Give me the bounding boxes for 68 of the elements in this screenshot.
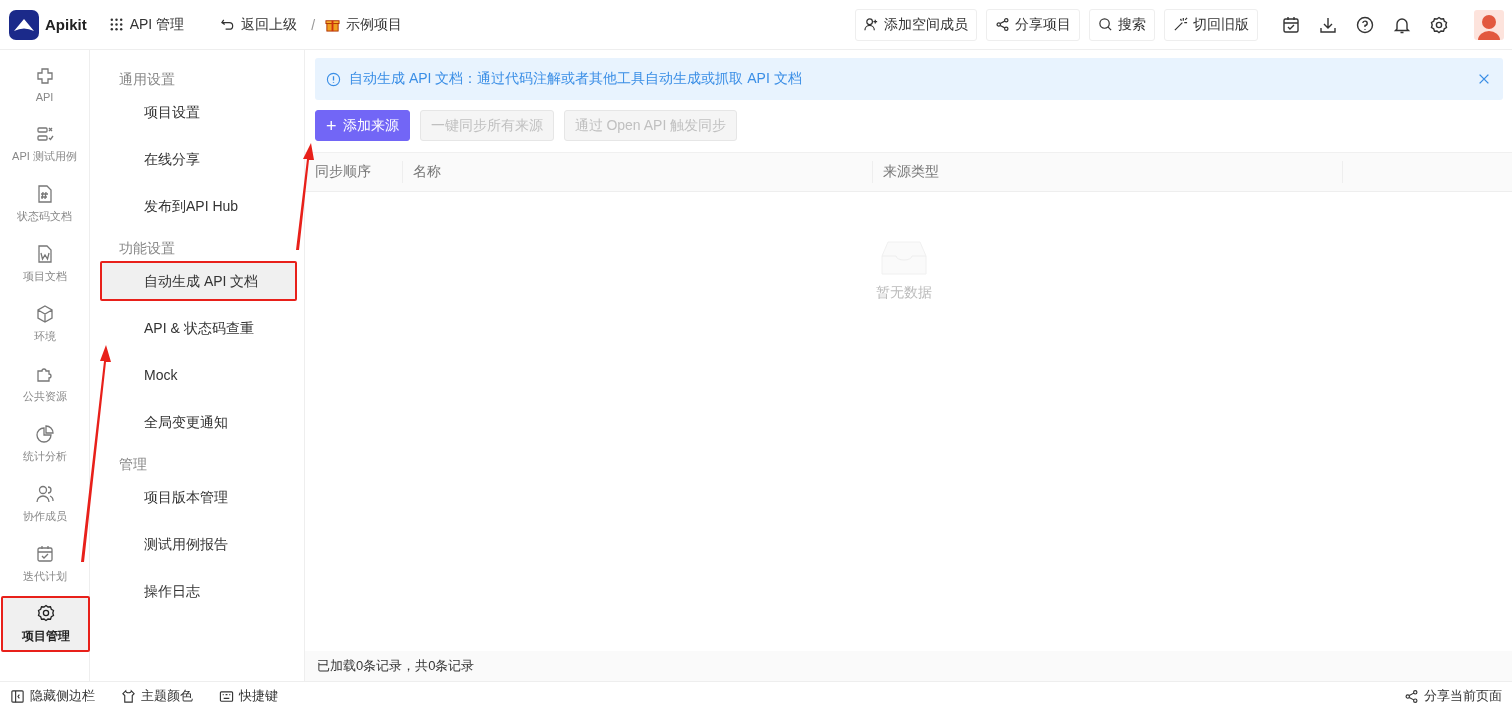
users-icon [34, 484, 55, 504]
keyboard-icon [219, 688, 234, 704]
column-header: 同步顺序 [315, 163, 371, 181]
sidebar-item[interactable]: 状态码文档 [0, 176, 89, 232]
toolbar-button[interactable]: 搜索 [1089, 8, 1155, 41]
sidebar-item[interactable]: API [0, 56, 89, 112]
logo-icon [9, 9, 39, 40]
menu-group-title: 功能设置 [118, 239, 176, 258]
menu-item[interactable]: 全局变更通知 [100, 402, 297, 442]
toolbar-button[interactable]: 切回旧版 [1164, 8, 1258, 41]
sidebar-item[interactable]: 统计分析 [0, 416, 89, 472]
project-link[interactable]: 示例项目 [325, 11, 403, 38]
toolbar-button[interactable]: 添加空间成员 [855, 8, 977, 41]
menu-item[interactable]: 在线分享 [100, 139, 297, 179]
shirt-icon [121, 688, 136, 704]
menu-group-title: 管理 [118, 455, 148, 474]
checklist-icon [34, 124, 55, 144]
menu-item[interactable]: 发布到API Hub [100, 186, 297, 226]
help-icon[interactable] [1355, 14, 1375, 35]
share-icon [995, 17, 1010, 32]
calendar-icon [34, 544, 55, 564]
sidebar-item[interactable]: API 测试用例 [0, 116, 89, 172]
menu-group-title: 通用设置 [118, 70, 176, 89]
status-bar-button[interactable]: 隐藏侧边栏 [10, 687, 95, 705]
settings-icon [35, 603, 56, 623]
add-button[interactable]: + 添加来源 [315, 110, 410, 141]
menu-item[interactable]: Mock [100, 355, 297, 395]
toolbar-button[interactable]: 分享项目 [986, 8, 1080, 41]
cube-icon [34, 304, 55, 324]
sidebar-item[interactable]: 项目文档 [0, 236, 89, 292]
status-bar-button[interactable]: 主题颜色 [121, 687, 193, 705]
settings-icon[interactable] [1429, 14, 1449, 35]
menu-item[interactable]: 测试用例报告 [100, 524, 297, 564]
record-count: 已加载0条记录，共0条记录 [305, 651, 1512, 681]
pie-chart-icon [34, 424, 55, 444]
info-icon [326, 71, 341, 87]
status-bar-button[interactable]: 快捷键 [219, 687, 278, 705]
info-text: 自动生成 API 文档：通过代码注解或者其他工具自动生成或抓取 API 文档 [349, 70, 803, 88]
column-header: 名称 [413, 163, 441, 181]
menu-item[interactable]: API & 状态码查重 [100, 308, 297, 348]
sidebar-item[interactable]: 协作成员 [0, 476, 89, 532]
module-menu[interactable]: API 管理 [108, 11, 185, 38]
sidebar-icon [10, 688, 25, 704]
undo-icon [220, 17, 236, 32]
search-icon [1098, 17, 1113, 32]
magic-wand-icon [1173, 17, 1188, 32]
sidebar-item[interactable]: 迭代计划 [0, 536, 89, 592]
back-link[interactable]: 返回上级 [220, 11, 298, 38]
api-icon [34, 65, 55, 86]
menu-item[interactable]: 项目版本管理 [100, 477, 297, 517]
share-icon [1404, 688, 1419, 704]
menu-item[interactable]: 自动生成 API 文档 [100, 261, 297, 301]
menu-item[interactable]: 项目设置 [100, 92, 297, 132]
close-icon[interactable] [1477, 72, 1491, 86]
sidebar-item[interactable]: 公共资源 [0, 356, 89, 412]
share-page-button[interactable]: 分享当前页面 [1404, 687, 1502, 705]
gift-icon [325, 17, 341, 32]
column-header: 来源类型 [883, 163, 939, 181]
sidebar-item[interactable]: 环境 [0, 296, 89, 352]
sidebar-item[interactable]: 项目管理 [1, 596, 90, 652]
menu-item[interactable]: 操作日志 [100, 571, 297, 611]
app-name: Apikit [45, 16, 87, 33]
breadcrumb-separator: / [311, 16, 316, 33]
calendar-icon[interactable] [1281, 14, 1301, 35]
add-user-icon [864, 17, 879, 32]
avatar[interactable] [1474, 9, 1504, 40]
grid-icon [108, 17, 124, 32]
empty-text: 暂无数据 [875, 284, 932, 302]
